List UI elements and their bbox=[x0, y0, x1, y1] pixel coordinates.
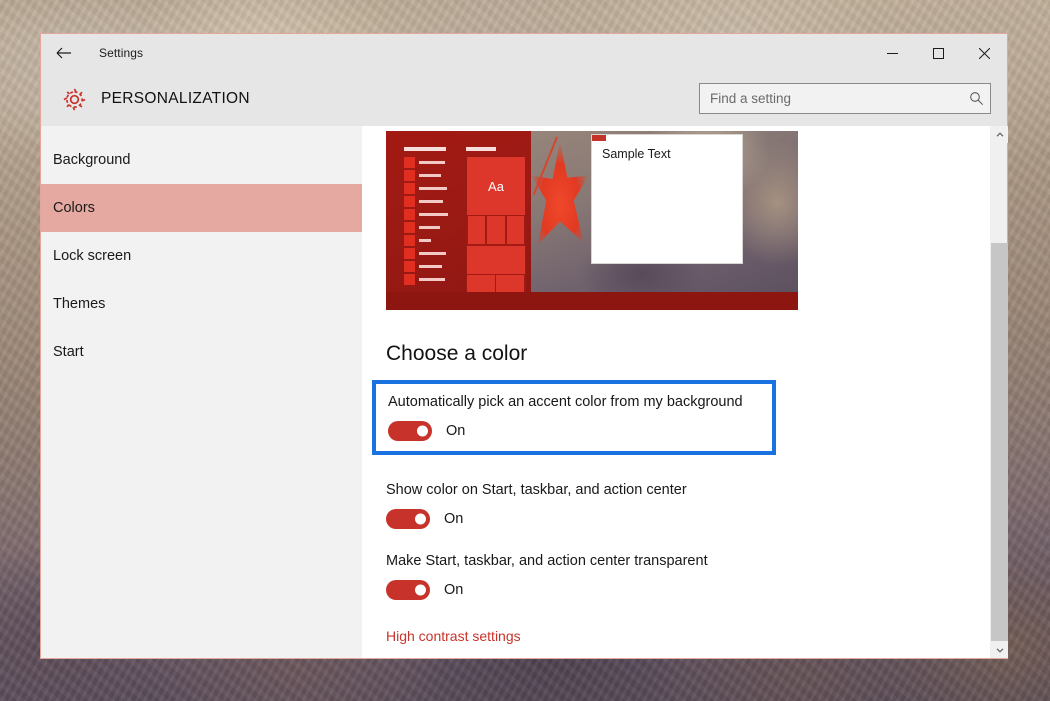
toggle-knob bbox=[417, 425, 428, 437]
chevron-down-icon[interactable] bbox=[991, 641, 1008, 658]
desktop-wallpaper: Settings PERSONALIZATION Find a setting … bbox=[0, 0, 1050, 701]
preview-sample-accent bbox=[592, 135, 606, 141]
toggle-show-color[interactable] bbox=[386, 509, 430, 529]
app-header: PERSONALIZATION bbox=[41, 72, 1007, 126]
sidebar-item-colors[interactable]: Colors bbox=[41, 184, 362, 232]
toggle-state-label: On bbox=[444, 511, 464, 527]
preview-start-menu: Aa bbox=[386, 131, 531, 301]
sidebar: Background Colors Lock screen Themes Sta… bbox=[41, 126, 362, 658]
gear-icon bbox=[55, 86, 93, 113]
sidebar-item-label: Background bbox=[53, 152, 131, 168]
setting-show-color: Show color on Start, taskbar, and action… bbox=[386, 480, 990, 529]
preview-leaf bbox=[531, 141, 589, 245]
preview-tile-label: Aa bbox=[467, 157, 525, 215]
toggle-transparency[interactable] bbox=[386, 580, 430, 600]
content-inner: Aa Sample Text Choose a color Automatica… bbox=[362, 126, 990, 658]
toggle-knob bbox=[415, 584, 426, 596]
sidebar-item-lock-screen[interactable]: Lock screen bbox=[41, 232, 362, 280]
back-arrow-icon[interactable] bbox=[41, 34, 87, 72]
setting-transparency: Make Start, taskbar, and action center t… bbox=[386, 551, 990, 600]
sidebar-item-background[interactable]: Background bbox=[41, 136, 362, 184]
preview-tiles: Aa bbox=[466, 147, 526, 293]
highlighted-setting-auto-accent[interactable]: Automatically pick an accent color from … bbox=[372, 380, 776, 455]
sidebar-item-themes[interactable]: Themes bbox=[41, 280, 362, 328]
search-icon[interactable] bbox=[969, 91, 984, 106]
sidebar-item-label: Colors bbox=[53, 200, 95, 216]
preview-rule bbox=[404, 147, 446, 151]
preview-taskbar bbox=[386, 292, 798, 310]
close-icon[interactable] bbox=[961, 34, 1007, 72]
section-title: Choose a color bbox=[386, 342, 528, 365]
sidebar-item-label: Themes bbox=[53, 296, 106, 312]
minimize-icon[interactable] bbox=[869, 34, 915, 72]
search-input[interactable] bbox=[710, 91, 969, 106]
toggle-state-label: On bbox=[444, 582, 464, 598]
toggle-state-label: On bbox=[446, 423, 466, 439]
preview-rule bbox=[466, 147, 496, 151]
sidebar-item-label: Lock screen bbox=[53, 248, 132, 264]
sidebar-item-start[interactable]: Start bbox=[41, 328, 362, 376]
toggle-knob bbox=[415, 513, 426, 525]
chevron-up-icon[interactable] bbox=[991, 126, 1008, 143]
search-box[interactable] bbox=[699, 83, 991, 114]
high-contrast-settings-link[interactable]: High contrast settings bbox=[386, 628, 521, 644]
vertical-scrollbar[interactable] bbox=[990, 126, 1008, 658]
setting-row: On bbox=[386, 509, 990, 529]
setting-label: Automatically pick an accent color from … bbox=[388, 394, 743, 410]
sidebar-item-label: Start bbox=[53, 344, 84, 360]
window-titlebar: Settings bbox=[41, 34, 1007, 72]
content-pane: Aa Sample Text Choose a color Automatica… bbox=[362, 126, 1008, 658]
settings-window: Settings PERSONALIZATION Find a setting … bbox=[40, 33, 1008, 659]
toggle-auto-accent[interactable] bbox=[388, 421, 432, 441]
preview-sample-window: Sample Text bbox=[591, 134, 743, 264]
preview-sample-text: Sample Text bbox=[602, 147, 671, 161]
page-title: PERSONALIZATION bbox=[101, 90, 250, 107]
app-body: Background Colors Lock screen Themes Sta… bbox=[41, 126, 1008, 658]
setting-row: On bbox=[388, 421, 762, 441]
setting-label: Make Start, taskbar, and action center t… bbox=[386, 553, 708, 569]
preview-app-list bbox=[404, 147, 454, 286]
window-title: Settings bbox=[99, 46, 144, 60]
setting-label: Show color on Start, taskbar, and action… bbox=[386, 482, 687, 498]
scrollbar-thumb[interactable] bbox=[991, 243, 1008, 643]
maximize-icon[interactable] bbox=[915, 34, 961, 72]
theme-preview: Aa Sample Text bbox=[386, 131, 798, 310]
setting-row: On bbox=[386, 580, 990, 600]
